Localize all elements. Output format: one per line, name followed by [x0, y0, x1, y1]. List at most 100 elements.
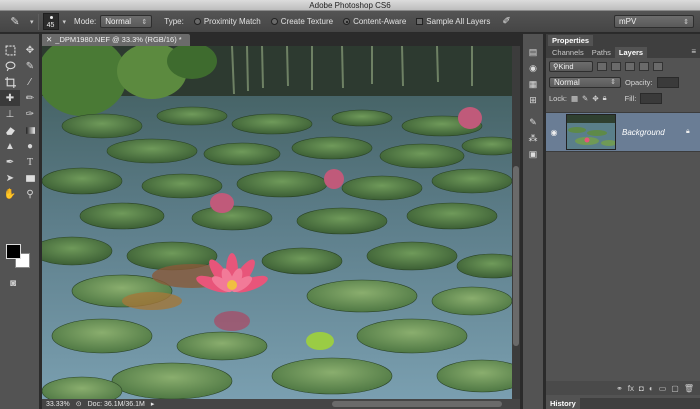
status-bar: 33.33% ⊙ Doc: 36.1M/36.1M ▸	[42, 399, 520, 409]
brush-tip-icon	[49, 16, 53, 19]
gradient-tool-icon[interactable]	[20, 122, 40, 138]
hand-tool-icon[interactable]: ✋	[0, 186, 20, 202]
lock-position-icon[interactable]: ✥	[592, 94, 598, 103]
tools-panel: ✥ ✎ ⁄ ✚ ✏ ⊥ ✑ ▲ ● ✒ T ➤ ✋ ⚲ ◙	[0, 34, 40, 409]
pressure-brush-icon[interactable]: ✐	[502, 16, 510, 27]
radio-create-texture[interactable]: Create Texture	[270, 17, 334, 26]
radio-icon	[270, 18, 278, 25]
checkbox-label: Sample All Layers	[426, 17, 491, 26]
add-mask-icon[interactable]: ◘	[639, 384, 644, 393]
adjustment-layer-icon[interactable]: ◐	[649, 384, 654, 393]
move-tool-icon[interactable]: ✥	[20, 42, 40, 58]
lock-all-icon[interactable]: 🔒︎	[603, 93, 607, 103]
blend-mode-select[interactable]: Normal ⇕	[549, 76, 621, 88]
brush-panel-icon[interactable]: ✎	[523, 114, 543, 130]
scroll-thumb[interactable]	[513, 166, 519, 346]
radio-label: Proximity Match	[203, 17, 261, 26]
zoom-tool-icon[interactable]: ⚲	[20, 186, 40, 202]
blur-tool-icon[interactable]: ▲	[0, 138, 20, 154]
lasso-tool-icon[interactable]	[0, 58, 20, 74]
document-window[interactable]	[42, 46, 520, 399]
chevron-down-icon: ⇕	[610, 79, 616, 86]
layer-thumbnail	[566, 114, 616, 150]
lock-image-icon[interactable]: ✎	[582, 94, 588, 103]
spot-healing-brush-tool-icon[interactable]: ✚	[0, 90, 20, 106]
tab-history[interactable]: History	[546, 398, 580, 409]
kind-filter-select[interactable]: ⚲ Kind	[549, 60, 593, 72]
link-layers-icon[interactable]: ⚭	[616, 384, 623, 393]
sample-all-layers-checkbox[interactable]: Sample All Layers	[416, 17, 490, 26]
adjustment-filter-icon[interactable]	[611, 61, 621, 71]
color-swatches[interactable]	[6, 244, 34, 270]
brush-presets-icon[interactable]: ⁂	[523, 130, 543, 146]
vertical-scrollbar[interactable]	[512, 46, 520, 399]
opacity-label: Opacity:	[625, 77, 653, 87]
radio-label: Content-Aware	[353, 17, 407, 26]
layers-footer: ⚭ fx ◘ ◐ ▭ ▢ 🗑︎	[546, 381, 700, 395]
chevron-down-icon[interactable]: ▾	[30, 18, 34, 26]
spot-healing-brush-preset-icon[interactable]: ✎	[4, 14, 26, 30]
lock-transparent-icon[interactable]: ▦	[571, 94, 578, 103]
history-brush-tool-icon[interactable]: ✑	[20, 106, 40, 122]
blend-row: Normal ⇕ Opacity:	[546, 74, 700, 90]
brush-size-picker[interactable]: 45	[42, 13, 59, 30]
path-selection-tool-icon[interactable]: ➤	[0, 170, 20, 186]
tab-properties[interactable]: Properties	[548, 35, 594, 46]
radio-content-aware[interactable]: Content-Aware	[343, 17, 406, 26]
fx-icon[interactable]: fx	[628, 384, 634, 393]
panel-menu-icon[interactable]: ≡	[691, 47, 696, 56]
properties-tab-bar: Properties	[546, 34, 700, 46]
marquee-tool-icon[interactable]	[0, 42, 20, 58]
zoom-level[interactable]: 33.33%	[46, 401, 70, 408]
pixel-filter-icon[interactable]	[597, 61, 607, 71]
smart-object-filter-icon[interactable]	[653, 61, 663, 71]
chevron-down-icon[interactable]: ▾	[63, 18, 67, 26]
clone-source-icon[interactable]: ▣	[523, 146, 543, 162]
actions-panel-icon[interactable]: ◉	[523, 60, 543, 76]
adjustments-panel-icon[interactable]: ⊞	[523, 92, 543, 108]
kind-label: Kind	[558, 61, 574, 71]
info-panel-icon[interactable]: ▦	[523, 76, 543, 92]
type-filter-icon[interactable]	[625, 61, 635, 71]
type-tool-icon[interactable]: T	[20, 154, 40, 170]
water-lily-photo	[42, 46, 512, 399]
history-panel-icon[interactable]: ▤	[523, 44, 543, 60]
fill-field[interactable]	[640, 92, 663, 104]
pen-tool-icon[interactable]: ✒	[0, 154, 20, 170]
eyedropper-tool-icon[interactable]: ⁄	[20, 74, 40, 90]
toolbar-grip[interactable]	[0, 34, 39, 42]
new-group-icon[interactable]: ▭	[659, 384, 667, 393]
eye-icon[interactable]: ◉	[546, 128, 562, 137]
status-menu-icon[interactable]: ⊙	[76, 400, 82, 408]
shape-filter-icon[interactable]	[639, 61, 649, 71]
image-canvas[interactable]	[42, 46, 512, 399]
new-layer-icon[interactable]: ▢	[671, 384, 679, 393]
clone-stamp-tool-icon[interactable]: ⊥	[0, 106, 20, 122]
document-tab[interactable]: ✕ _DPM1980.NEF @ 33.3% (RGB/16) *	[42, 34, 190, 46]
dodge-tool-icon[interactable]: ●	[20, 138, 40, 154]
radio-proximity-match[interactable]: Proximity Match	[193, 17, 261, 26]
workspace-select[interactable]: mPV ⇕	[614, 15, 694, 28]
quick-mask-icon[interactable]: ◙	[10, 278, 16, 289]
divider	[37, 13, 39, 30]
tab-layers[interactable]: Layers	[614, 47, 648, 58]
layers-tab-bar: Channels Paths Layers ≡	[546, 46, 700, 58]
chevron-right-icon[interactable]: ▸	[151, 400, 155, 408]
close-icon[interactable]: ✕	[46, 35, 52, 44]
mode-select[interactable]: Normal ⇕	[100, 15, 153, 28]
opacity-field[interactable]	[656, 76, 679, 88]
foreground-color-swatch[interactable]	[6, 244, 21, 259]
horizontal-scrollbar[interactable]	[332, 401, 502, 407]
rectangle-tool-icon[interactable]	[20, 170, 40, 186]
trash-icon[interactable]: 🗑︎	[684, 384, 694, 393]
layer-row-background[interactable]: ◉ Background 🔒︎	[546, 112, 700, 152]
radio-label: Create Texture	[280, 17, 334, 26]
crop-tool-icon[interactable]	[0, 74, 20, 90]
eraser-tool-icon[interactable]	[0, 122, 20, 138]
quick-selection-tool-icon[interactable]: ✎	[20, 58, 40, 74]
tab-channels[interactable]: Channels	[548, 47, 588, 58]
lock-row: Lock: ▦ ✎ ✥ 🔒︎ Fill:	[546, 90, 700, 106]
brush-tool-icon[interactable]: ✏	[20, 90, 40, 106]
panel-icon-strip: ▤ ◉ ▦ ⊞ ✎ ⁂ ▣	[522, 34, 544, 409]
tab-paths[interactable]: Paths	[588, 47, 615, 58]
